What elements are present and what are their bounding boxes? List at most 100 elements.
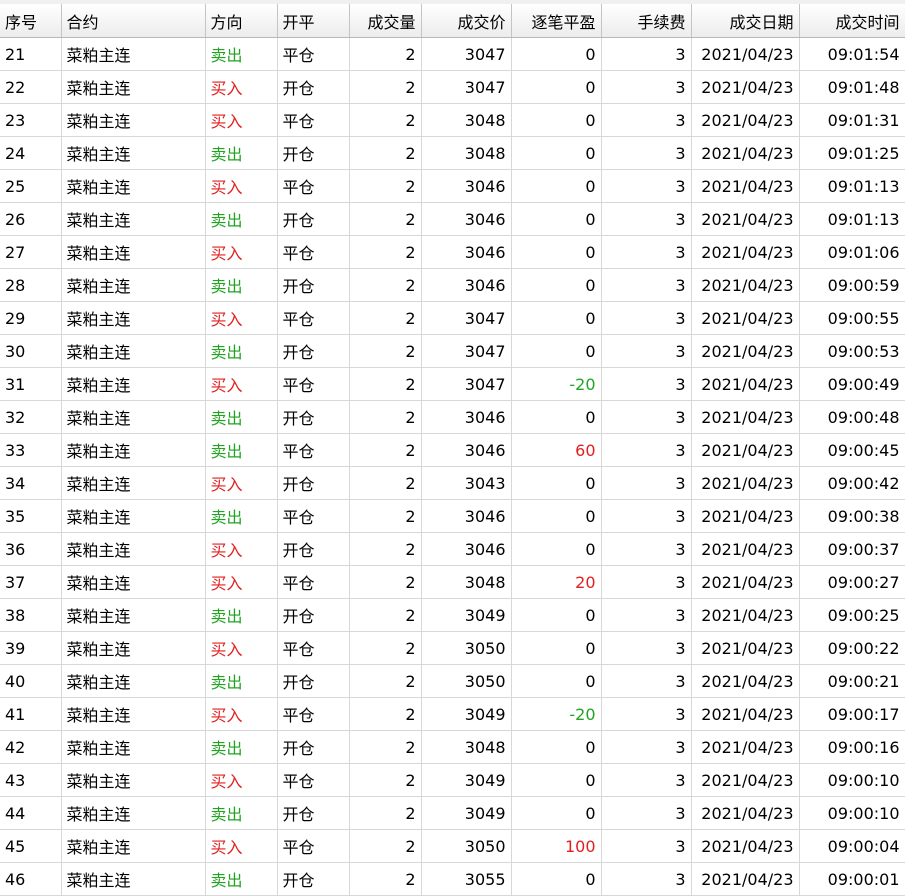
cell-contract: 菜粕主连 [61,433,206,467]
cell-direction: 卖出 [205,136,278,170]
cell-volume: 2 [349,697,422,731]
cell-date: 2021/04/23 [691,796,800,830]
column-header-offset[interactable]: 开平 [277,4,350,38]
column-header-time[interactable]: 成交时间 [799,4,905,38]
table-row[interactable]: 24 菜粕主连 卖出 开仓 2 3048 0 3 2021/04/23 09:01:25 [0,136,905,170]
cell-offset: 平仓 [277,235,350,269]
cell-date: 2021/04/23 [691,631,800,665]
cell-date: 2021/04/23 [691,301,800,335]
table-row[interactable]: 40 菜粕主连 卖出 开仓 2 3050 0 3 2021/04/23 09:00:21 [0,664,905,698]
cell-time: 09:00:55 [799,301,905,335]
cell-date: 2021/04/23 [691,532,800,566]
table-row[interactable]: 35 菜粕主连 卖出 平仓 2 3046 0 3 2021/04/23 09:00:38 [0,499,905,533]
cell-offset: 开仓 [277,202,350,236]
column-header-pnl[interactable]: 逐笔平盈 [511,4,602,38]
cell-seq: 21 [0,37,62,71]
table-row[interactable]: 21 菜粕主连 卖出 平仓 2 3047 0 3 2021/04/23 09:01:54 [0,37,905,71]
table-row[interactable]: 25 菜粕主连 买入 平仓 2 3046 0 3 2021/04/23 09:01:13 [0,169,905,203]
cell-offset: 开仓 [277,664,350,698]
cell-price: 3049 [421,763,512,797]
column-header-volume[interactable]: 成交量 [349,4,422,38]
cell-seq: 25 [0,169,62,203]
cell-offset: 平仓 [277,169,350,203]
cell-date: 2021/04/23 [691,400,800,434]
column-header-fee[interactable]: 手续费 [601,4,692,38]
cell-date: 2021/04/23 [691,763,800,797]
table-row[interactable]: 22 菜粕主连 买入 开仓 2 3047 0 3 2021/04/23 09:01:48 [0,70,905,104]
cell-contract: 菜粕主连 [61,796,206,830]
cell-price: 3049 [421,796,512,830]
table-row[interactable]: 43 菜粕主连 买入 平仓 2 3049 0 3 2021/04/23 09:00:10 [0,763,905,797]
cell-seq: 38 [0,598,62,632]
cell-seq: 44 [0,796,62,830]
cell-offset: 开仓 [277,730,350,764]
cell-volume: 2 [349,730,422,764]
column-header-date[interactable]: 成交日期 [691,4,800,38]
cell-price: 3046 [421,268,512,302]
cell-time: 09:00:27 [799,565,905,599]
table-row[interactable]: 34 菜粕主连 买入 开仓 2 3043 0 3 2021/04/23 09:00:42 [0,466,905,500]
table-row[interactable]: 38 菜粕主连 卖出 开仓 2 3049 0 3 2021/04/23 09:00:25 [0,598,905,632]
cell-volume: 2 [349,862,422,896]
cell-fee: 3 [601,202,692,236]
column-header-seq[interactable]: 序号 [0,4,62,38]
cell-contract: 菜粕主连 [61,136,206,170]
cell-fee: 3 [601,862,692,896]
column-header-contract[interactable]: 合约 [61,4,206,38]
table-row[interactable]: 46 菜粕主连 卖出 开仓 2 3055 0 3 2021/04/23 09:00:01 [0,862,905,896]
cell-seq: 40 [0,664,62,698]
table-row[interactable]: 30 菜粕主连 卖出 开仓 2 3047 0 3 2021/04/23 09:00:53 [0,334,905,368]
cell-pnl: 0 [511,730,602,764]
table-row[interactable]: 39 菜粕主连 买入 平仓 2 3050 0 3 2021/04/23 09:00:22 [0,631,905,665]
cell-pnl: 0 [511,37,602,71]
table-row[interactable]: 44 菜粕主连 卖出 开仓 2 3049 0 3 2021/04/23 09:00:10 [0,796,905,830]
cell-time: 09:01:31 [799,103,905,137]
cell-direction: 买入 [205,103,278,137]
cell-direction: 卖出 [205,730,278,764]
cell-offset: 平仓 [277,37,350,71]
cell-price: 3048 [421,730,512,764]
cell-price: 3047 [421,334,512,368]
table-row[interactable]: 26 菜粕主连 卖出 开仓 2 3046 0 3 2021/04/23 09:01:13 [0,202,905,236]
cell-direction: 卖出 [205,598,278,632]
cell-date: 2021/04/23 [691,862,800,896]
table-row[interactable]: 31 菜粕主连 买入 平仓 2 3047 -20 3 2021/04/23 09:00:49 [0,367,905,401]
cell-direction: 买入 [205,631,278,665]
column-header-direction[interactable]: 方向 [205,4,278,38]
cell-direction: 买入 [205,763,278,797]
table-row[interactable]: 45 菜粕主连 买入 平仓 2 3050 100 3 2021/04/23 09:00:04 [0,829,905,863]
cell-seq: 27 [0,235,62,269]
cell-date: 2021/04/23 [691,268,800,302]
table-row[interactable]: 36 菜粕主连 买入 开仓 2 3046 0 3 2021/04/23 09:00:37 [0,532,905,566]
cell-price: 3047 [421,37,512,71]
cell-volume: 2 [349,796,422,830]
cell-time: 09:00:45 [799,433,905,467]
cell-contract: 菜粕主连 [61,565,206,599]
cell-price: 3046 [421,202,512,236]
table-row[interactable]: 41 菜粕主连 买入 平仓 2 3049 -20 3 2021/04/23 09:00:17 [0,697,905,731]
table-row[interactable]: 23 菜粕主连 买入 平仓 2 3048 0 3 2021/04/23 09:01:31 [0,103,905,137]
column-header-price[interactable]: 成交价 [421,4,512,38]
cell-seq: 45 [0,829,62,863]
cell-offset: 开仓 [277,268,350,302]
cell-pnl: 0 [511,301,602,335]
cell-direction: 卖出 [205,202,278,236]
cell-fee: 3 [601,565,692,599]
cell-direction: 买入 [205,565,278,599]
table-row[interactable]: 32 菜粕主连 卖出 开仓 2 3046 0 3 2021/04/23 09:00:48 [0,400,905,434]
cell-fee: 3 [601,433,692,467]
cell-contract: 菜粕主连 [61,697,206,731]
table-row[interactable]: 28 菜粕主连 卖出 开仓 2 3046 0 3 2021/04/23 09:00:59 [0,268,905,302]
cell-volume: 2 [349,268,422,302]
cell-volume: 2 [349,565,422,599]
cell-volume: 2 [349,532,422,566]
table-row[interactable]: 33 菜粕主连 卖出 平仓 2 3046 60 3 2021/04/23 09:00:45 [0,433,905,467]
table-row[interactable]: 27 菜粕主连 买入 平仓 2 3046 0 3 2021/04/23 09:01:06 [0,235,905,269]
table-row[interactable]: 29 菜粕主连 买入 平仓 2 3047 0 3 2021/04/23 09:00:55 [0,301,905,335]
table-row[interactable]: 37 菜粕主连 买入 平仓 2 3048 20 3 2021/04/23 09:00:27 [0,565,905,599]
cell-fee: 3 [601,169,692,203]
cell-price: 3055 [421,862,512,896]
table-row[interactable]: 42 菜粕主连 卖出 开仓 2 3048 0 3 2021/04/23 09:00:16 [0,730,905,764]
cell-fee: 3 [601,532,692,566]
cell-pnl: 20 [511,565,602,599]
